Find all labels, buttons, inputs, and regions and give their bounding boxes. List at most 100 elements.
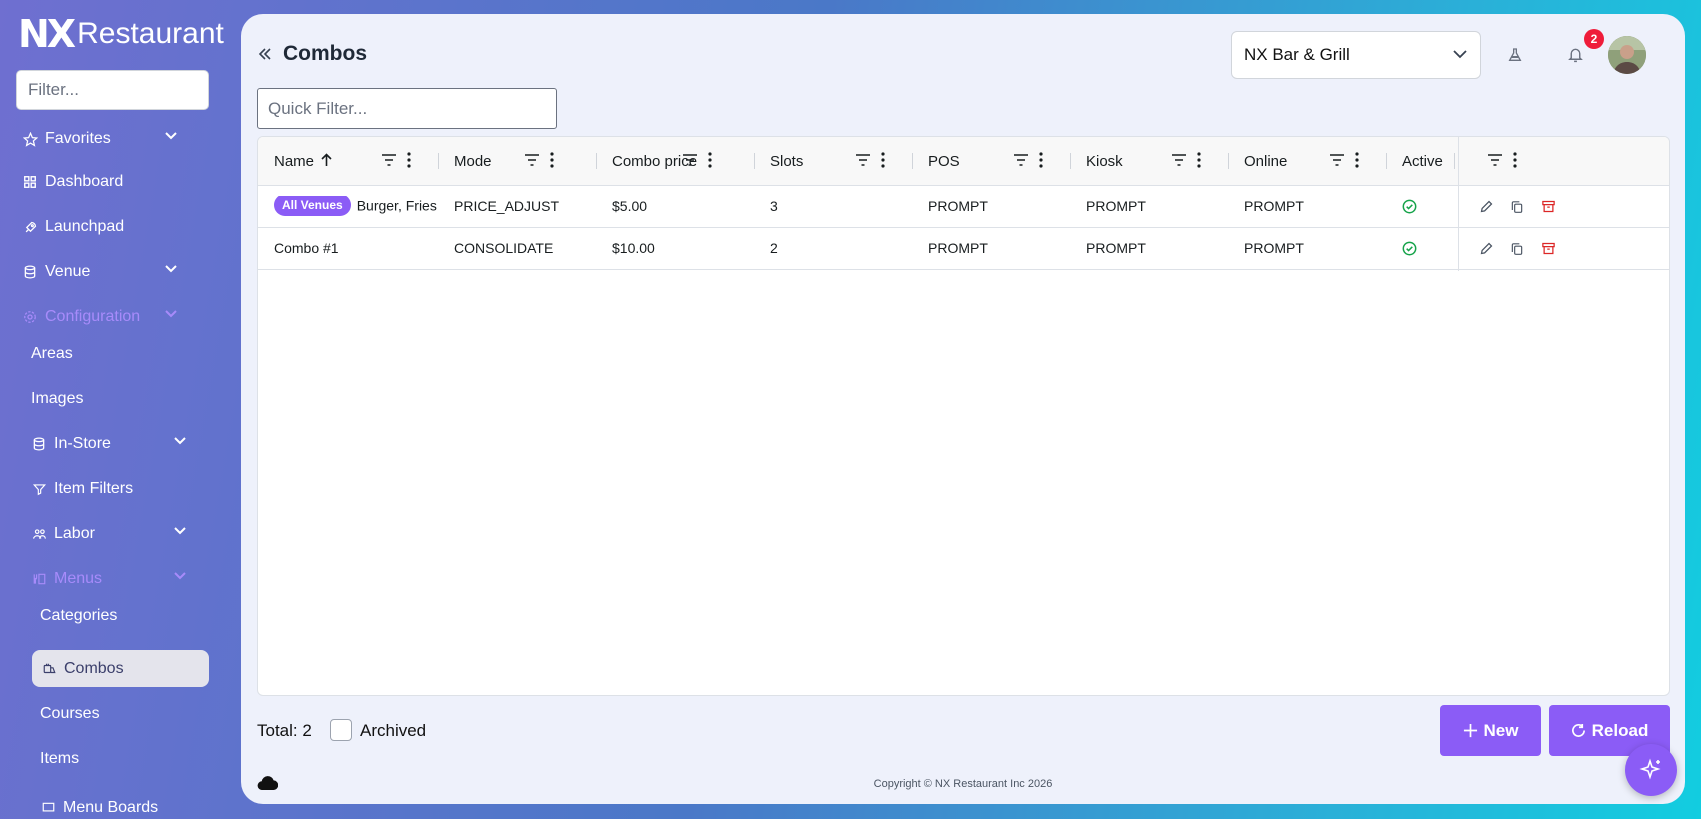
cell-online: PROMPT bbox=[1244, 240, 1304, 256]
column-menu-icon[interactable] bbox=[407, 152, 411, 168]
sidebar-item-label: Dashboard bbox=[45, 173, 124, 190]
venue-select[interactable]: NX Bar & Grill bbox=[1231, 31, 1481, 79]
column-header-label: Slots bbox=[770, 153, 804, 170]
chevron-down-icon bbox=[174, 437, 186, 445]
ai-assistant-button[interactable] bbox=[1625, 744, 1677, 796]
archive-icon[interactable] bbox=[1541, 241, 1556, 256]
sidebar-item-label: Labor bbox=[54, 525, 95, 542]
column-header-mode[interactable]: Mode bbox=[438, 137, 596, 185]
logo-name: Restaurant bbox=[77, 17, 224, 50]
filter-icon[interactable] bbox=[1172, 154, 1186, 166]
cell-combo-price: $5.00 bbox=[612, 198, 648, 214]
column-header-name[interactable]: Name bbox=[258, 137, 438, 185]
venue-badge: All Venues bbox=[274, 196, 351, 216]
cell-kiosk: PROMPT bbox=[1086, 240, 1146, 256]
new-button[interactable]: New bbox=[1440, 705, 1541, 756]
column-header-label: Kiosk bbox=[1086, 153, 1123, 170]
collapse-sidebar-icon[interactable] bbox=[257, 46, 273, 62]
filter-icon[interactable] bbox=[1014, 154, 1028, 166]
column-menu-icon[interactable] bbox=[550, 152, 554, 168]
sidebar-item-label: In-Store bbox=[54, 435, 111, 452]
column-header-online[interactable]: Online bbox=[1228, 137, 1386, 185]
edit-icon[interactable] bbox=[1479, 241, 1494, 256]
filter-icon[interactable] bbox=[683, 154, 697, 166]
sidebar-item-launchpad[interactable]: Launchpad bbox=[22, 207, 207, 247]
cell-online: PROMPT bbox=[1244, 198, 1304, 214]
dashboard-icon bbox=[22, 174, 38, 190]
sidebar-item-menu-boards[interactable]: Menu Boards bbox=[40, 788, 207, 819]
chevron-down-icon bbox=[1453, 50, 1467, 59]
edit-icon[interactable] bbox=[1479, 199, 1494, 214]
sidebar-item-categories[interactable]: Categories bbox=[40, 596, 207, 636]
sidebar-item-areas[interactable]: Areas bbox=[31, 334, 207, 374]
bell-icon[interactable] bbox=[1567, 46, 1584, 64]
filter-icon[interactable] bbox=[1488, 154, 1502, 166]
sidebar-item-favorites[interactable]: Favorites bbox=[22, 119, 207, 159]
store-icon bbox=[31, 436, 47, 452]
copy-icon[interactable] bbox=[1510, 199, 1524, 214]
sidebar-item-labor[interactable]: Labor bbox=[31, 514, 207, 554]
sidebar-item-label: Item Filters bbox=[54, 480, 134, 497]
sidebar-item-label: Images bbox=[31, 390, 84, 407]
column-menu-icon[interactable] bbox=[1197, 152, 1201, 168]
cell-slots: 3 bbox=[770, 198, 778, 214]
rocket-icon bbox=[22, 219, 38, 235]
sidebar-item-images[interactable]: Images bbox=[31, 379, 207, 419]
column-menu-icon[interactable] bbox=[1513, 152, 1517, 168]
sidebar-item-items[interactable]: Items bbox=[40, 739, 207, 779]
table-row[interactable]: Combo #1 CONSOLIDATE $10.00 2 PROMPT PRO… bbox=[258, 228, 1669, 270]
column-menu-icon[interactable] bbox=[881, 152, 885, 168]
column-header-kiosk[interactable]: Kiosk bbox=[1070, 137, 1228, 185]
cell-name: All Venues Burger, Fries bbox=[274, 196, 438, 218]
sort-ascending-icon bbox=[321, 153, 332, 167]
avatar[interactable] bbox=[1608, 36, 1646, 74]
sidebar-item-label: Favorites bbox=[45, 130, 111, 147]
logo: NX Restaurant bbox=[18, 12, 224, 56]
sidebar-item-label: Launchpad bbox=[45, 218, 125, 235]
flask-icon[interactable] bbox=[1507, 46, 1523, 64]
sidebar-item-label: Venue bbox=[45, 263, 91, 280]
chevron-down-icon bbox=[165, 265, 177, 273]
archived-label[interactable]: Archived bbox=[360, 721, 426, 741]
users-icon bbox=[31, 526, 47, 542]
filter-icon[interactable] bbox=[382, 154, 396, 166]
cell-mode: PRICE_ADJUST bbox=[454, 198, 560, 214]
check-circle-icon bbox=[1402, 241, 1417, 256]
column-header-label: Name bbox=[274, 153, 315, 170]
cell-name: Combo #1 bbox=[274, 240, 339, 256]
sidebar-item-courses[interactable]: Courses bbox=[40, 694, 207, 734]
cell-mode: CONSOLIDATE bbox=[454, 240, 554, 256]
column-separator[interactable] bbox=[1454, 153, 1455, 169]
venue-select-value: NX Bar & Grill bbox=[1244, 45, 1350, 64]
sidebar-item-in-store[interactable]: In-Store bbox=[31, 424, 207, 464]
table-row[interactable]: All Venues Burger, Fries PRICE_ADJUST $5.… bbox=[258, 186, 1669, 228]
sidebar-item-menus[interactable]: Menus bbox=[31, 559, 207, 599]
sidebar-item-combos[interactable]: Combos bbox=[32, 650, 209, 687]
combos-grid: Name Mode Combo price Slots POS Kiosk On… bbox=[257, 136, 1670, 696]
menu-icon bbox=[31, 571, 47, 587]
quick-filter-input[interactable] bbox=[257, 88, 557, 129]
page-title: Combos bbox=[283, 42, 367, 65]
chevron-down-icon bbox=[165, 132, 177, 140]
column-header-combo-price[interactable]: Combo price bbox=[596, 137, 754, 185]
sidebar-item-item-filters[interactable]: Item Filters bbox=[31, 469, 207, 509]
filter-icon[interactable] bbox=[525, 154, 539, 166]
column-header-active[interactable]: Active bbox=[1386, 137, 1544, 185]
filter-icon[interactable] bbox=[856, 154, 870, 166]
sidebar-item-configuration[interactable]: Configuration bbox=[22, 297, 207, 337]
column-menu-icon[interactable] bbox=[1355, 152, 1359, 168]
column-header-pos[interactable]: POS bbox=[912, 137, 1070, 185]
sidebar-item-venue[interactable]: Venue bbox=[22, 252, 207, 292]
sidebar-item-label: Categories bbox=[40, 607, 118, 624]
board-icon bbox=[40, 800, 56, 816]
column-menu-icon[interactable] bbox=[1039, 152, 1043, 168]
column-header-slots[interactable]: Slots bbox=[754, 137, 912, 185]
sidebar-item-dashboard[interactable]: Dashboard bbox=[22, 162, 207, 202]
column-menu-icon[interactable] bbox=[708, 152, 712, 168]
filter-icon[interactable] bbox=[1330, 154, 1344, 166]
archived-checkbox[interactable] bbox=[330, 719, 352, 741]
cell-pos: PROMPT bbox=[928, 198, 988, 214]
sidebar-filter-input[interactable] bbox=[16, 70, 209, 110]
copy-icon[interactable] bbox=[1510, 241, 1524, 256]
archive-icon[interactable] bbox=[1541, 199, 1556, 214]
